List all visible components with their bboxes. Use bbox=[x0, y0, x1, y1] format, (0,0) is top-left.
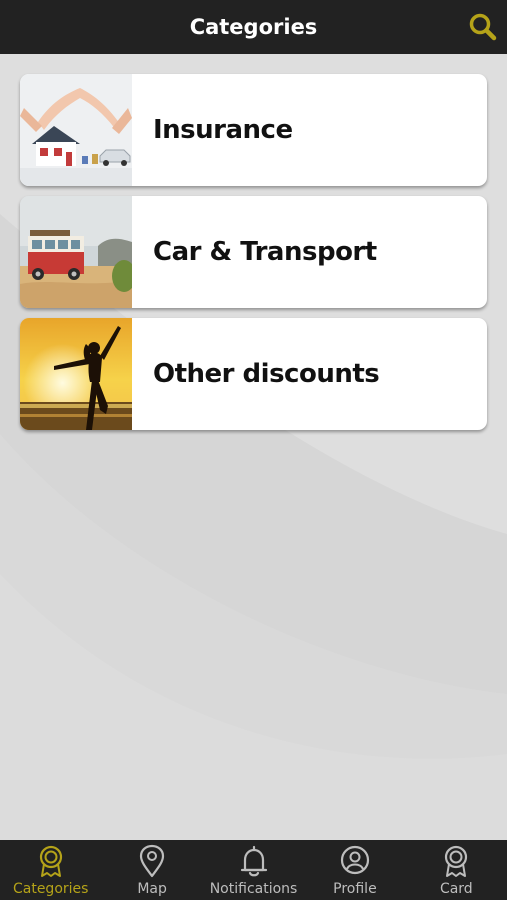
tab-label: Notifications bbox=[209, 881, 298, 897]
other-discounts-image bbox=[20, 318, 132, 430]
tab-label: Map bbox=[137, 881, 167, 897]
bottom-tab-bar: Categories Map Notifications Profile Car… bbox=[0, 840, 507, 900]
category-card-other-discounts[interactable]: Other discounts bbox=[20, 318, 487, 430]
tab-map[interactable]: Map bbox=[101, 840, 202, 900]
search-icon bbox=[469, 13, 497, 41]
category-label: Other discounts bbox=[153, 359, 380, 389]
tab-label: Profile bbox=[333, 881, 377, 897]
category-label: Insurance bbox=[153, 115, 293, 145]
map-pin-icon bbox=[140, 844, 165, 878]
badge-icon bbox=[39, 845, 62, 877]
profile-icon bbox=[340, 845, 370, 875]
page-title: Categories bbox=[189, 15, 318, 39]
badge-icon bbox=[445, 845, 468, 877]
car-transport-image bbox=[20, 196, 132, 308]
insurance-image bbox=[20, 74, 132, 186]
category-label: Car & Transport bbox=[153, 237, 377, 267]
tab-categories[interactable]: Categories bbox=[0, 840, 101, 900]
category-list: Insurance Car & Transport Other discount… bbox=[20, 74, 487, 440]
tab-profile[interactable]: Profile bbox=[304, 840, 405, 900]
tab-card[interactable]: Card bbox=[406, 840, 507, 900]
search-button[interactable] bbox=[467, 11, 499, 43]
tab-notifications[interactable]: Notifications bbox=[203, 840, 304, 900]
tab-label: Card bbox=[439, 881, 473, 897]
header-bar: Categories bbox=[0, 0, 507, 54]
category-card-insurance[interactable]: Insurance bbox=[20, 74, 487, 186]
bell-icon bbox=[240, 845, 267, 877]
tab-label: Categories bbox=[12, 881, 89, 897]
category-card-car-transport[interactable]: Car & Transport bbox=[20, 196, 487, 308]
